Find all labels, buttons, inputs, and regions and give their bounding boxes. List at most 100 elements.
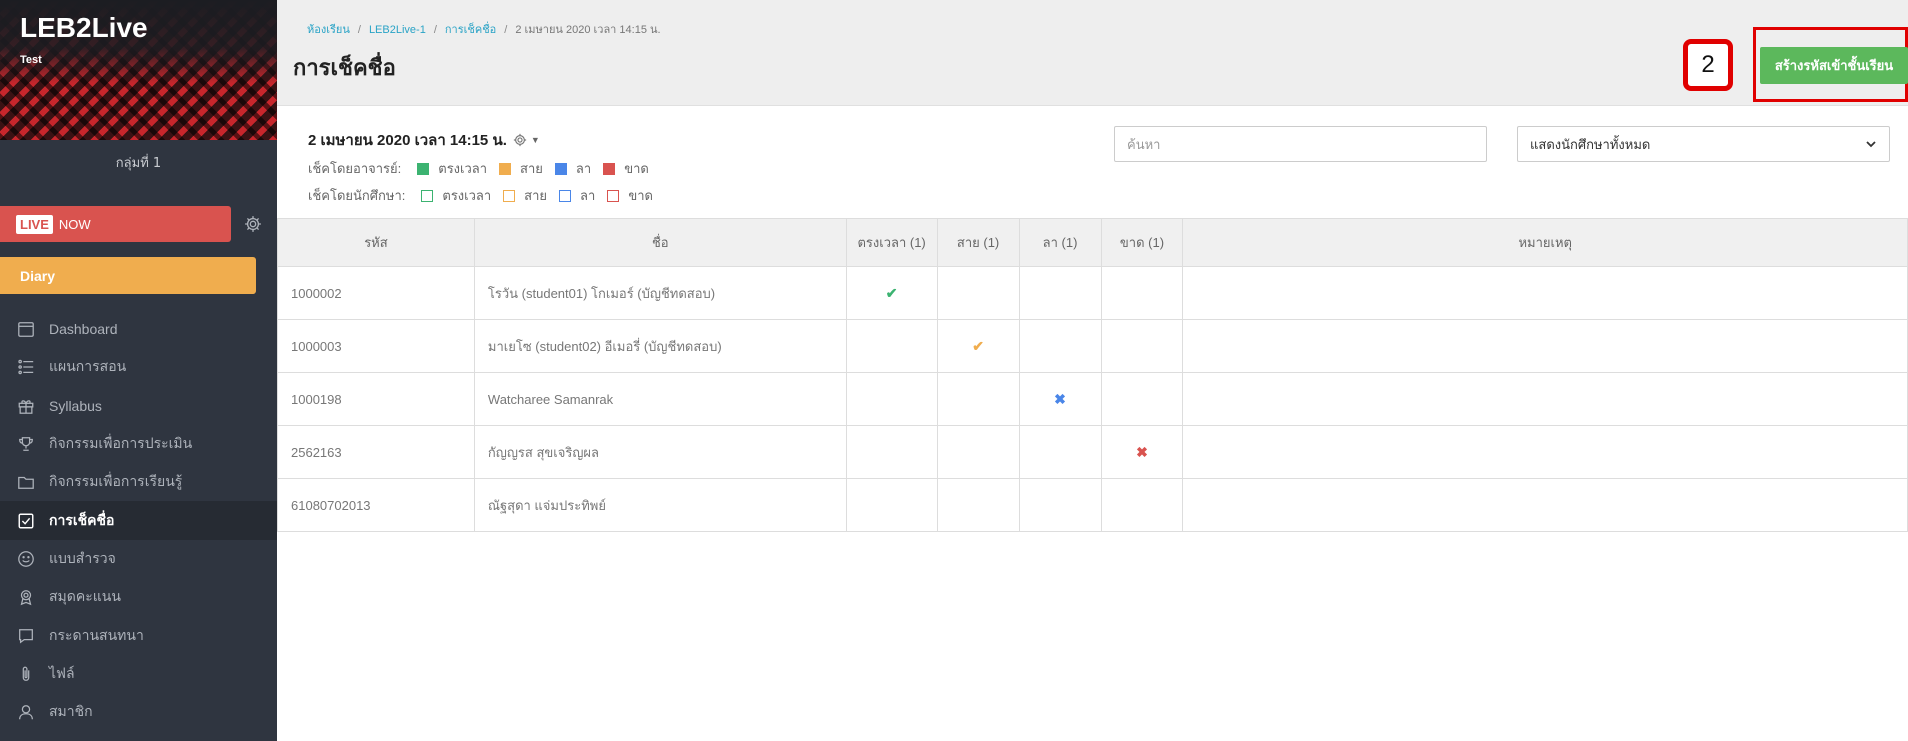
cell-leave[interactable]: ✖ xyxy=(1018,372,1102,426)
filter-selected: แสดงนักศึกษาทั้งหมด xyxy=(1530,137,1651,153)
sidebar-item-label: การเช็คชื่อ xyxy=(49,511,115,528)
cell-leave[interactable] xyxy=(1018,425,1102,479)
column-header-note: หมายเหตุ xyxy=(1182,218,1908,267)
sidebar-item-label: สมุดคะแนน xyxy=(49,588,121,605)
cross-icon: ✖ xyxy=(1054,390,1066,407)
sidebar-item-files[interactable]: ไฟล์ xyxy=(0,655,277,693)
legend-swatch-ontime xyxy=(421,189,434,202)
cell-ontime[interactable] xyxy=(845,478,938,532)
cell-absent[interactable] xyxy=(1100,319,1184,373)
cell-ontime[interactable] xyxy=(845,425,938,479)
breadcrumb-link-course[interactable]: LEB2Live-1 xyxy=(369,24,426,36)
page-title: การเช็คชื่อ xyxy=(293,56,396,81)
column-header-ontime[interactable]: ตรงเวลา (1) xyxy=(845,218,938,267)
table-row: 1000198 Watcharee Samanrak ✖ xyxy=(277,372,1908,426)
cell-late[interactable]: ✔ xyxy=(936,319,1020,373)
cell-late[interactable] xyxy=(936,478,1020,532)
cell-note[interactable] xyxy=(1182,425,1908,479)
cell-absent[interactable] xyxy=(1100,266,1184,320)
student-code: 1000198 xyxy=(277,372,475,426)
sidebar-item-survey[interactable]: แบบสำรวจ xyxy=(0,540,277,578)
column-header-leave[interactable]: ลา (1) xyxy=(1018,218,1102,267)
sidebar-item-discussion[interactable]: กระดานสนทนา xyxy=(0,616,277,654)
cell-absent[interactable] xyxy=(1100,478,1184,532)
cell-note[interactable] xyxy=(1182,372,1908,426)
sidebar-item-syllabus[interactable]: Syllabus xyxy=(0,387,277,425)
sidebar-item-gradebook[interactable]: สมุดคะแนน xyxy=(0,578,277,616)
group-label: กลุ่มที่ 1 xyxy=(115,156,162,171)
cell-note[interactable] xyxy=(1182,319,1908,373)
paperclip-icon xyxy=(16,664,36,684)
breadcrumb-link-classroom[interactable]: ห้องเรียน xyxy=(307,24,350,36)
cell-note[interactable] xyxy=(1182,266,1908,320)
checkbox-icon xyxy=(16,511,36,531)
session-info: 2 เมษายน 2020 เวลา 14:15 น. ▼ เช็คโดยอาจ… xyxy=(308,128,653,206)
column-header-late[interactable]: สาย (1) xyxy=(936,218,1020,267)
cell-leave[interactable] xyxy=(1018,319,1102,373)
student-name: Watcharee Samanrak xyxy=(473,372,847,426)
sidebar-item-label: สมาชิก xyxy=(49,703,93,720)
legend-swatch-late xyxy=(503,189,516,202)
student-code: 1000003 xyxy=(277,319,475,373)
sidebar: LEB2Live Test กลุ่มที่ 1 LIVE NOW Diary … xyxy=(0,0,277,741)
caret-down-icon[interactable]: ▼ xyxy=(531,135,540,145)
cell-leave[interactable] xyxy=(1018,478,1102,532)
sidebar-item-assessment[interactable]: กิจกรรมเพื่อการประเมิน xyxy=(0,425,277,463)
student-code: 1000002 xyxy=(277,266,475,320)
gift-icon xyxy=(16,396,36,416)
session-date-row: 2 เมษายน 2020 เวลา 14:15 น. ▼ xyxy=(308,128,653,152)
cell-late[interactable] xyxy=(936,372,1020,426)
sidebar-item-attendance[interactable]: การเช็คชื่อ xyxy=(0,501,277,540)
cell-leave[interactable] xyxy=(1018,266,1102,320)
create-class-code-button[interactable]: สร้างรหัสเข้าชั้นเรียน xyxy=(1760,47,1908,84)
cell-absent[interactable]: ✖ xyxy=(1100,425,1184,479)
teacher-legend-label: เช็คโดยอาจารย์: xyxy=(308,161,402,176)
student-legend-label: เช็คโดยนักศึกษา: xyxy=(308,188,406,203)
sidebar-item-label: กระดานสนทนา xyxy=(49,626,144,643)
page-header: ห้องเรียน / LEB2Live-1/การเช็คชื่อ/2 เมษาย… xyxy=(277,0,1908,106)
legend-swatch-leave xyxy=(559,189,572,202)
student-name: ณัฐสุดา แจ่มประทิพย์ xyxy=(473,478,847,532)
check-icon: ✔ xyxy=(972,337,984,354)
folder-icon xyxy=(16,472,36,492)
attendance-table: รหัส ชื่อ ตรงเวลา (1) สาย (1) ลา (1) ขาด… xyxy=(277,218,1908,532)
legend-swatch-absent xyxy=(607,189,620,202)
legend-label: ตรงเวลา xyxy=(438,161,488,176)
legend-swatch-absent xyxy=(603,162,616,175)
sidebar-item-members[interactable]: สมาชิก xyxy=(0,693,277,731)
sidebar-item-label: กิจกรรมเพื่อการเรียนรู้ xyxy=(49,473,183,490)
sidebar-item-lesson-plan[interactable]: แผนการสอน xyxy=(0,348,277,386)
legend-label: ขาด xyxy=(628,188,653,203)
list-icon xyxy=(16,357,36,377)
legend-label: สาย xyxy=(520,161,543,176)
legend-swatch-late xyxy=(499,162,512,175)
gear-icon[interactable] xyxy=(243,214,263,234)
user-icon xyxy=(16,702,36,722)
live-now-button[interactable]: LIVE NOW xyxy=(0,206,231,242)
cell-late[interactable] xyxy=(936,425,1020,479)
column-header-absent[interactable]: ขาด (1) xyxy=(1100,218,1184,267)
table-row: 1000003 มาเยโซ (student02) อีเมอรี่ (บัญ… xyxy=(277,319,1908,373)
legend-label: สาย xyxy=(524,188,548,203)
breadcrumb-current: 2 เมษายน 2020 เวลา 14:15 น. xyxy=(515,24,661,36)
sidebar-item-learning[interactable]: กิจกรรมเพื่อการเรียนรู้ xyxy=(0,463,277,501)
cell-ontime[interactable]: ✔ xyxy=(845,266,938,320)
gear-icon[interactable] xyxy=(513,133,527,147)
student-filter-select[interactable]: แสดงนักศึกษาทั้งหมด xyxy=(1517,126,1890,162)
breadcrumb-link-attendance[interactable]: การเช็คชื่อ xyxy=(445,24,496,36)
trophy-icon xyxy=(16,434,36,454)
brand-title[interactable]: LEB2Live xyxy=(20,12,148,44)
cell-absent[interactable] xyxy=(1100,372,1184,426)
table-row: 2562163 กัญญรส สุขเจริญผล ✖ xyxy=(277,425,1908,479)
sidebar-item-dashboard[interactable]: Dashboard xyxy=(0,310,277,348)
cell-late[interactable] xyxy=(936,266,1020,320)
search-input[interactable] xyxy=(1114,126,1487,162)
cell-ontime[interactable] xyxy=(845,372,938,426)
cell-ontime[interactable] xyxy=(845,319,938,373)
check-icon: ✔ xyxy=(885,284,898,301)
live-now-label: NOW xyxy=(58,216,91,232)
legend-label: ขาด xyxy=(624,161,649,176)
cell-note[interactable] xyxy=(1182,478,1908,532)
column-header-code: รหัส xyxy=(277,218,475,267)
diary-button[interactable]: Diary xyxy=(0,257,256,294)
